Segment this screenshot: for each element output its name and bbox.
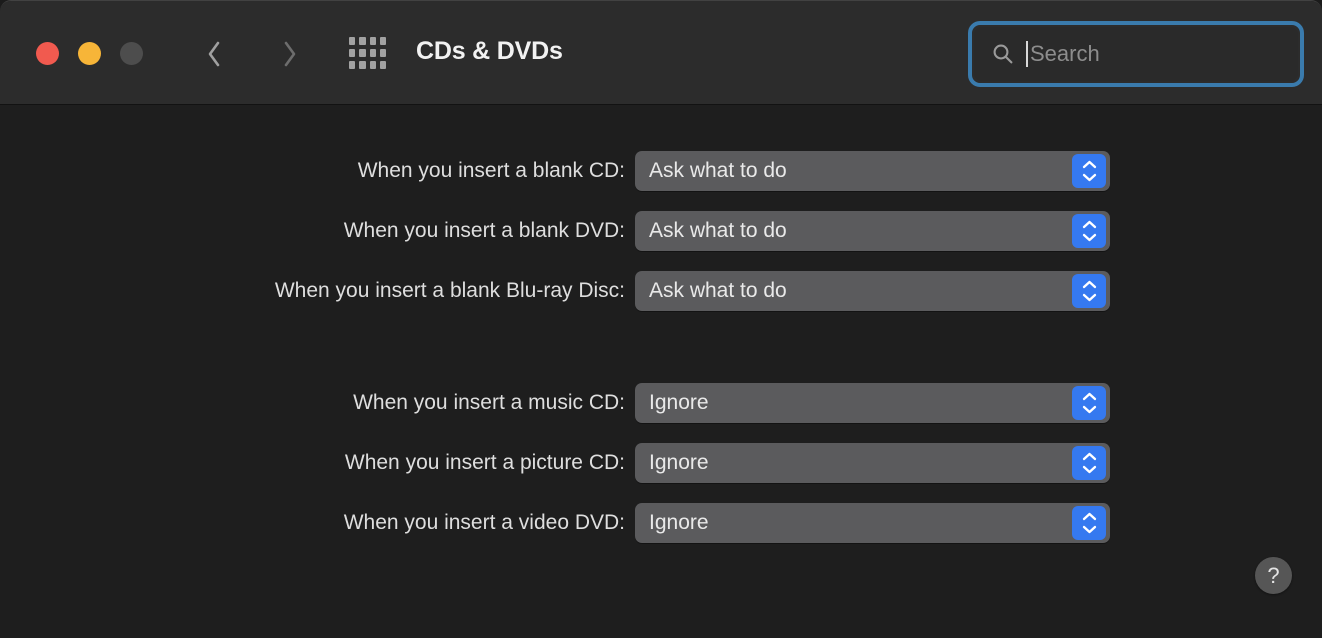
chevron-up-icon: [1082, 512, 1096, 521]
window-titlebar: CDs & DVDs Search: [0, 1, 1322, 105]
chevron-up-icon: [1082, 452, 1096, 461]
stepper-icon[interactable]: [1072, 274, 1106, 308]
minimize-button[interactable]: [78, 42, 101, 65]
chevron-up-icon: [1082, 392, 1096, 401]
popup-value: Ask what to do: [649, 159, 787, 182]
forward-button[interactable]: [268, 32, 312, 76]
search-placeholder: Search: [1030, 41, 1100, 66]
setting-label: When you insert a blank Blu-ray Disc:: [274, 279, 625, 302]
chevron-down-icon: [1082, 465, 1096, 474]
chevron-down-icon: [1082, 233, 1096, 242]
search-icon: [993, 44, 1013, 64]
zoom-button: [120, 42, 143, 65]
setting-row-picture-cd: When you insert a picture CD: Ignore: [0, 443, 1130, 483]
window-controls: [36, 42, 143, 65]
grid-cell: [349, 61, 356, 69]
chevron-right-icon: [284, 41, 296, 67]
nav-back-container[interactable]: [192, 32, 236, 76]
stepper-icon[interactable]: [1072, 386, 1106, 420]
popup-music-cd[interactable]: Ignore: [635, 383, 1110, 423]
help-button[interactable]: ?: [1255, 557, 1292, 594]
popup-picture-cd[interactable]: Ignore: [635, 443, 1110, 483]
stepper-icon[interactable]: [1072, 446, 1106, 480]
popup-blank-bluray[interactable]: Ask what to do: [635, 271, 1110, 311]
grid-cell: [359, 61, 366, 69]
text-cursor: [1026, 41, 1028, 67]
stepper-icon[interactable]: [1072, 214, 1106, 248]
setting-label: When you insert a blank CD:: [357, 159, 625, 182]
setting-label: When you insert a music CD:: [353, 391, 625, 414]
popup-blank-dvd[interactable]: Ask what to do: [635, 211, 1110, 251]
grid-cell: [379, 49, 386, 57]
setting-row-blank-cd: When you insert a blank CD: Ask what to …: [0, 151, 1130, 191]
chevron-down-icon: [1082, 405, 1096, 414]
grid-cell: [369, 61, 376, 69]
setting-label: When you insert a video DVD:: [343, 511, 625, 534]
setting-row-music-cd: When you insert a music CD: Ignore: [0, 383, 1130, 423]
chevron-up-icon: [1082, 160, 1096, 169]
popup-value: Ignore: [649, 511, 709, 534]
setting-row-blank-bluray: When you insert a blank Blu-ray Disc: As…: [0, 271, 1130, 311]
setting-row-video-dvd: When you insert a video DVD: Ignore: [0, 503, 1130, 543]
grid-cell: [379, 61, 386, 69]
grid-cell: [349, 37, 356, 45]
grid-cell: [359, 37, 366, 45]
chevron-down-icon: [1082, 293, 1096, 302]
stepper-icon[interactable]: [1072, 506, 1106, 540]
popup-value: Ask what to do: [649, 219, 787, 242]
search-field-focus-ring: Search: [968, 21, 1304, 87]
chevron-left-icon: [208, 41, 220, 67]
chevron-up-icon: [1082, 280, 1096, 289]
popup-value: Ignore: [649, 391, 709, 414]
setting-label: When you insert a blank DVD:: [343, 219, 625, 242]
back-button[interactable]: [192, 32, 236, 76]
grid-cell: [369, 37, 376, 45]
close-button[interactable]: [36, 42, 59, 65]
setting-label: When you insert a picture CD:: [344, 451, 625, 474]
chevron-down-icon: [1082, 173, 1096, 182]
help-glyph: ?: [1267, 562, 1280, 588]
grid-cell: [369, 49, 376, 57]
setting-row-blank-dvd: When you insert a blank DVD: Ask what to…: [0, 211, 1130, 251]
page-title: CDs & DVDs: [416, 37, 563, 65]
nav-forward-container[interactable]: [268, 32, 312, 76]
show-all-grid-icon[interactable]: [349, 37, 386, 69]
chevron-down-icon: [1082, 525, 1096, 534]
grid-cell: [349, 49, 356, 57]
preferences-window: CDs & DVDs Search When you insert a blan…: [0, 0, 1322, 638]
popup-blank-cd[interactable]: Ask what to do: [635, 151, 1110, 191]
preferences-content: When you insert a blank CD: Ask what to …: [0, 105, 1322, 638]
grid-cell: [359, 49, 366, 57]
popup-video-dvd[interactable]: Ignore: [635, 503, 1110, 543]
popup-value: Ask what to do: [649, 279, 787, 302]
search-input[interactable]: Search: [974, 27, 1298, 81]
stepper-icon[interactable]: [1072, 154, 1106, 188]
grid-cell: [379, 37, 386, 45]
popup-value: Ignore: [649, 451, 709, 474]
chevron-up-icon: [1082, 220, 1096, 229]
